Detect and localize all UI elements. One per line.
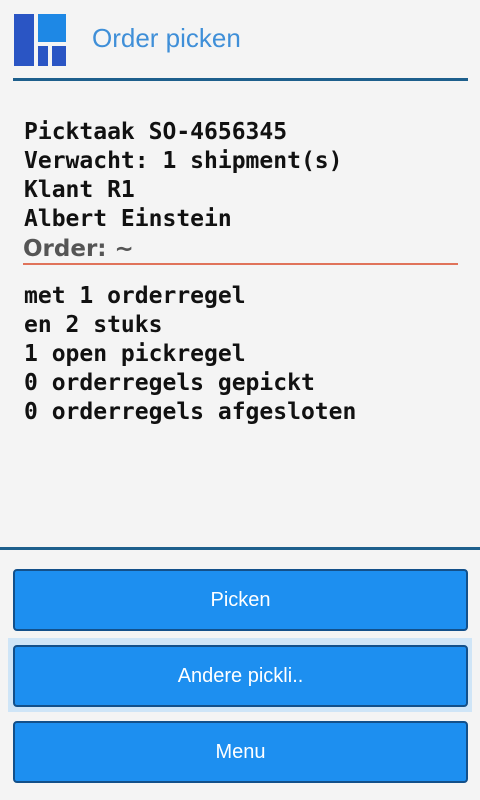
customer-code: Klant R1 bbox=[24, 177, 135, 203]
order-input[interactable] bbox=[113, 235, 453, 261]
pick-task-number: Picktaak SO-4656345 bbox=[24, 119, 288, 145]
order-field[interactable]: Order: ~ bbox=[23, 235, 458, 265]
stat-open-picklines: 1 open pickregel bbox=[24, 341, 246, 367]
stat-closed: 0 orderregels afgesloten bbox=[24, 399, 357, 425]
pick-task-info: Picktaak SO-4656345 Verwacht: 1 shipment(… bbox=[24, 118, 343, 234]
order-underline bbox=[23, 263, 458, 265]
stat-orderlines: met 1 orderregel bbox=[24, 283, 246, 309]
tiles-logo-icon bbox=[14, 14, 66, 66]
expected-shipments: Verwacht: 1 shipment(s) bbox=[24, 148, 343, 174]
other-picklist-button[interactable]: Andere pickli.. bbox=[13, 645, 468, 707]
order-stats: met 1 orderregel en 2 stuks 1 open pickreg… bbox=[24, 282, 356, 427]
page-title: Order picken bbox=[92, 23, 241, 53]
picken-button[interactable]: Picken bbox=[13, 569, 468, 631]
customer-name: Albert Einstein bbox=[24, 206, 232, 232]
stat-pieces: en 2 stuks bbox=[24, 312, 163, 338]
menu-button[interactable]: Menu bbox=[13, 721, 468, 783]
header: Order picken bbox=[0, 0, 480, 82]
header-divider bbox=[13, 78, 468, 81]
footer-divider bbox=[0, 547, 480, 550]
stat-picked: 0 orderregels gepickt bbox=[24, 370, 315, 396]
